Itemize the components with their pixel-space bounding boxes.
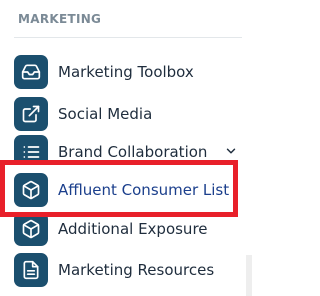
- sidebar-item-label: Additional Exposure: [58, 220, 208, 238]
- sidebar-item-marketing-toolbox[interactable]: Marketing Toolbox: [14, 55, 242, 89]
- sidebar-item-label: Marketing Resources: [58, 261, 215, 279]
- cube-icon: [14, 173, 48, 207]
- sidebar-item-label: Social Media: [58, 105, 153, 123]
- cube-icon: [14, 212, 48, 246]
- sidebar-item-additional-exposure[interactable]: Additional Exposure: [14, 212, 242, 246]
- sidebar-item-marketing-resources[interactable]: Marketing Resources: [14, 253, 242, 287]
- sidebar-item-label: Marketing Toolbox: [58, 63, 194, 81]
- external-link-icon: [14, 97, 48, 131]
- highlight-annotation: Affluent Consumer List: [0, 160, 238, 217]
- sidebar-item-social-media[interactable]: Social Media: [14, 97, 242, 131]
- inbox-icon: [14, 55, 48, 89]
- section-divider: [14, 37, 242, 38]
- scrollbar[interactable]: [246, 255, 252, 296]
- chevron-down-icon[interactable]: [224, 144, 238, 158]
- sidebar-item-label: Affluent Consumer List: [58, 181, 230, 199]
- sidebar-item-affluent-consumer-list[interactable]: Affluent Consumer List: [14, 173, 234, 207]
- document-icon: [14, 253, 48, 287]
- sidebar-section-header: MARKETING: [18, 12, 102, 26]
- sidebar-item-label: Brand Collaboration: [58, 143, 208, 161]
